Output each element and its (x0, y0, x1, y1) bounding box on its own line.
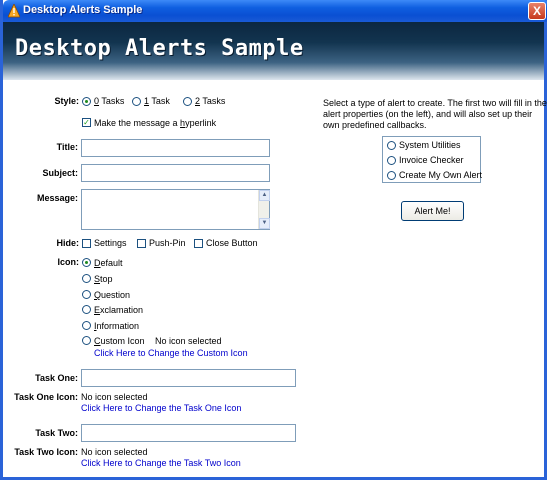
hide-push-pin-label[interactable]: Push-Pin (149, 238, 186, 248)
scroll-up-icon[interactable]: ▲ (259, 190, 270, 201)
title-field-label: Title: (56, 142, 78, 152)
style-option-1-task[interactable]: 1 Task (144, 96, 170, 106)
alert-type-radio-system-utilities[interactable] (387, 141, 396, 150)
hide-close-button-label[interactable]: Close Button (206, 238, 258, 248)
hyperlink-checkbox[interactable]: ✓ (82, 118, 91, 127)
icon-option-question[interactable]: Question (94, 290, 130, 300)
icon-option-information[interactable]: Information (94, 321, 139, 331)
task-one-icon-status: No icon selected (81, 392, 148, 402)
window-title: Desktop Alerts Sample (23, 4, 143, 16)
task-two-input[interactable] (81, 424, 296, 442)
style-option-0-tasks[interactable]: 0 Tasks (94, 96, 124, 106)
alert-type-system-utilities[interactable]: System Utilities (399, 140, 461, 150)
task-two-label: Task Two: (35, 428, 78, 438)
alert-type-radio-create-my-own[interactable] (387, 171, 396, 180)
hide-settings-checkbox[interactable] (82, 239, 91, 248)
icon-radio-stop[interactable] (82, 274, 91, 283)
icon-radio-information[interactable] (82, 321, 91, 330)
hyperlink-checkbox-label[interactable]: Make the message a hyperlink (94, 118, 216, 128)
icon-option-custom[interactable]: Custom Icon (94, 336, 145, 346)
message-field-label: Message: (36, 193, 78, 203)
main-window: Desktop Alerts Sample X Desktop Alerts S… (0, 0, 547, 480)
icon-radio-exclamation[interactable] (82, 305, 91, 314)
banner-title: Desktop Alerts Sample (15, 36, 304, 61)
alert-type-description-line-3: own predefined callbacks. (323, 120, 427, 130)
style-option-2-tasks[interactable]: 2 Tasks (195, 96, 225, 106)
alert-type-create-my-own[interactable]: Create My Own Alert (399, 170, 482, 180)
icon-label: Icon: (57, 257, 80, 267)
icon-option-stop[interactable]: Stop (94, 274, 113, 284)
task-two-icon-status: No icon selected (81, 447, 148, 457)
style-radio-2-tasks[interactable] (183, 97, 192, 106)
change-task-two-icon-link[interactable]: Click Here to Change the Task Two Icon (81, 458, 241, 468)
style-label: Style: (54, 96, 79, 106)
title-bar[interactable]: Desktop Alerts Sample X (3, 0, 547, 22)
message-scrollbar[interactable]: ▲ ▼ (258, 190, 270, 229)
alert-type-group: System Utilities Invoice Checker Create … (382, 136, 482, 183)
hide-push-pin-checkbox[interactable] (137, 239, 146, 248)
hide-label: Hide: (56, 238, 80, 248)
alert-app-icon (8, 4, 20, 18)
style-radio-0-tasks[interactable] (82, 97, 91, 106)
alert-type-invoice-checker[interactable]: Invoice Checker (399, 155, 464, 165)
scroll-down-icon[interactable]: ▼ (259, 218, 270, 229)
subject-input[interactable] (81, 164, 270, 182)
style-radio-1-task[interactable] (132, 97, 141, 106)
task-one-label: Task One: (35, 373, 78, 383)
icon-radio-default[interactable] (82, 258, 91, 267)
message-textarea[interactable]: ▲ ▼ (81, 189, 270, 230)
title-input[interactable] (81, 139, 270, 157)
change-task-one-icon-link[interactable]: Click Here to Change the Task One Icon (81, 403, 241, 413)
icon-radio-custom[interactable] (82, 336, 91, 345)
hide-close-button-checkbox[interactable] (194, 239, 203, 248)
icon-option-exclamation[interactable]: Exclamation (94, 305, 143, 315)
task-one-input[interactable] (81, 369, 296, 387)
custom-icon-status: No icon selected (155, 336, 222, 346)
alert-type-radio-invoice-checker[interactable] (387, 156, 396, 165)
subject-field-label: Subject: (42, 168, 78, 178)
task-two-icon-label: Task Two Icon: (14, 447, 78, 457)
icon-option-default[interactable]: Default (94, 258, 123, 268)
icon-radio-question[interactable] (82, 290, 91, 299)
close-button[interactable]: X (528, 2, 546, 20)
change-custom-icon-link[interactable]: Click Here to Change the Custom Icon (94, 348, 248, 358)
hide-settings-label[interactable]: Settings (94, 238, 127, 248)
alert-type-description-line-2: alert properties (on the left), and will… (323, 109, 533, 119)
header-banner: Desktop Alerts Sample (3, 22, 544, 80)
alert-me-button[interactable]: Alert Me! (401, 201, 464, 221)
alert-type-description-line-1: Select a type of alert to create. The fi… (323, 98, 547, 108)
task-one-icon-label: Task One Icon: (14, 392, 78, 402)
